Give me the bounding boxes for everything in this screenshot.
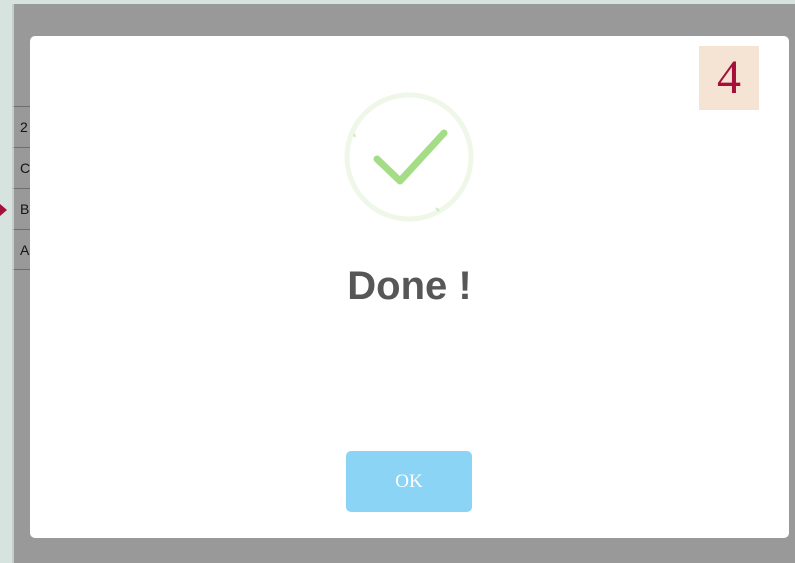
success-checkmark-icon bbox=[344, 92, 474, 222]
ok-button[interactable]: OK bbox=[346, 451, 472, 512]
success-dialog: Done ! OK 4 bbox=[30, 36, 789, 538]
dialog-title: Done ! bbox=[347, 264, 472, 308]
row-pointer-arrow-icon bbox=[0, 204, 7, 216]
app-window: 2 C B A Done ! OK 4 bbox=[0, 0, 795, 563]
step-badge: 4 bbox=[699, 46, 759, 110]
